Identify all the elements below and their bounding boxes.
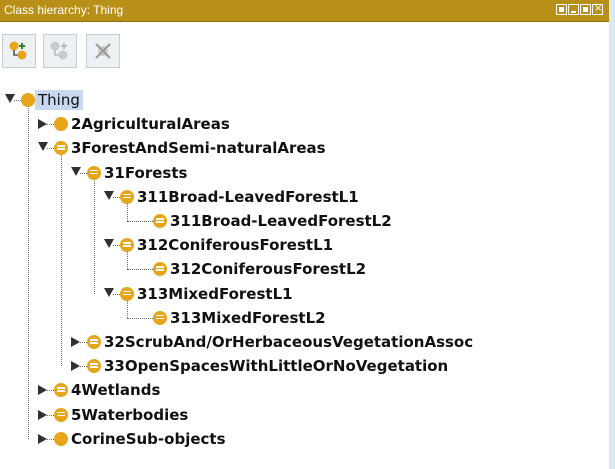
tree-node-label[interactable]: 4Wetlands <box>71 380 160 400</box>
tree-node[interactable]: 33OpenSpacesWithLittleOrNoVegetation <box>0 354 609 378</box>
tree-node[interactable]: 5Waterbodies <box>0 403 609 427</box>
defined-class-icon <box>87 165 101 180</box>
defined-class-icon <box>120 189 134 204</box>
class-tree: Thing 2AgriculturalAreas 3ForestAndSemi-na… <box>0 88 609 469</box>
tree-node[interactable]: 311Broad-LeavedForestL2 <box>0 209 609 233</box>
maximize-icon[interactable] <box>580 4 591 15</box>
tree-node-label[interactable]: 312ConiferousForestL2 <box>170 259 366 279</box>
defined-class-icon <box>120 238 134 253</box>
tree-node-label[interactable]: CorineSub-objects <box>71 429 226 449</box>
window-controls <box>556 4 603 15</box>
class-icon <box>21 93 35 107</box>
tree-node[interactable]: 4Wetlands <box>0 378 609 402</box>
collapse-triangle-icon[interactable] <box>104 239 114 249</box>
collapse-triangle-icon[interactable] <box>104 287 114 297</box>
defined-class-icon <box>153 214 167 228</box>
tree-branch-line <box>127 221 155 222</box>
add-sibling-class-button[interactable] <box>43 34 77 68</box>
tree-node-label[interactable]: Thing <box>35 90 83 110</box>
class-hierarchy-panel: Class hierarchy: Thing × Thing 2Agricult… <box>0 0 609 469</box>
expand-triangle-icon[interactable] <box>38 433 47 444</box>
tree-node-label[interactable]: 312ConiferousForestL1 <box>137 235 333 255</box>
hierarchy-toolbar <box>0 22 609 88</box>
collapse-triangle-icon[interactable] <box>38 142 48 152</box>
defined-class-icon <box>87 335 101 349</box>
restore-icon[interactable] <box>556 4 567 15</box>
tree-node[interactable]: 312ConiferousForestL2 <box>0 257 609 281</box>
tree-node[interactable]: CorineSub-objects <box>0 427 609 451</box>
tree-node[interactable]: 31Forests <box>0 161 609 185</box>
expand-triangle-icon[interactable] <box>38 385 47 396</box>
tree-node-label[interactable]: 313MixedForestL2 <box>170 308 326 328</box>
tree-node[interactable]: 313MixedForestL2 <box>0 306 609 330</box>
defined-class-icon <box>54 141 68 156</box>
tree-node[interactable]: 32ScrubAnd/OrHerbaceousVegetationAssoc <box>0 330 609 354</box>
tree-node-label[interactable]: 2AgriculturalAreas <box>71 114 230 134</box>
tree-node[interactable]: Thing <box>0 88 609 112</box>
tree-node[interactable]: 3ForestAndSemi-naturalAreas <box>0 136 609 160</box>
defined-class-icon <box>54 383 68 398</box>
tree-branch-line <box>127 317 155 319</box>
add-sibling-class-icon <box>50 41 68 60</box>
class-icon <box>54 431 68 446</box>
expand-triangle-icon[interactable] <box>38 409 47 420</box>
panel-title: Class hierarchy: Thing <box>4 3 124 17</box>
add-subclass-icon <box>9 41 27 60</box>
tree-branch-line <box>127 269 155 271</box>
delete-class-icon <box>95 43 111 59</box>
tree-node-label[interactable]: 3ForestAndSemi-naturalAreas <box>71 138 326 158</box>
expand-triangle-icon[interactable] <box>38 119 47 130</box>
tree-node[interactable]: 312ConiferousForestL1 <box>0 233 609 257</box>
close-icon[interactable] <box>592 4 603 15</box>
panel-titlebar: Class hierarchy: Thing <box>0 0 609 22</box>
class-icon <box>54 117 68 132</box>
collapse-triangle-icon[interactable] <box>104 190 114 200</box>
tree-node-label[interactable]: 311Broad-LeavedForestL1 <box>137 187 359 207</box>
expand-triangle-icon[interactable] <box>71 337 80 347</box>
collapse-triangle-icon[interactable] <box>71 166 81 176</box>
tree-node-label[interactable]: 33OpenSpacesWithLittleOrNoVegetation <box>104 356 448 376</box>
expand-triangle-icon[interactable] <box>71 361 80 372</box>
tree-node-label[interactable]: 5Waterbodies <box>71 405 188 425</box>
add-subclass-button[interactable] <box>2 34 36 68</box>
tree-node[interactable]: 311Broad-LeavedForestL1 <box>0 185 609 209</box>
minimize-icon[interactable] <box>568 4 579 15</box>
tree-node[interactable]: 313MixedForestL1 <box>0 282 609 306</box>
tree-node-label[interactable]: 31Forests <box>104 163 187 183</box>
defined-class-icon <box>153 310 167 325</box>
collapse-triangle-icon[interactable] <box>5 94 15 103</box>
defined-class-icon <box>120 286 134 301</box>
tree-node[interactable]: 2AgriculturalAreas <box>0 112 609 136</box>
tree-node-label[interactable]: 311Broad-LeavedForestL2 <box>170 211 392 231</box>
defined-class-icon <box>87 359 101 374</box>
defined-class-icon <box>54 407 68 422</box>
delete-class-button[interactable] <box>86 34 120 68</box>
defined-class-icon <box>153 262 167 277</box>
tree-node-label[interactable]: 313MixedForestL1 <box>137 284 293 304</box>
tree-node-label[interactable]: 32ScrubAnd/OrHerbaceousVegetationAssoc <box>104 332 473 352</box>
